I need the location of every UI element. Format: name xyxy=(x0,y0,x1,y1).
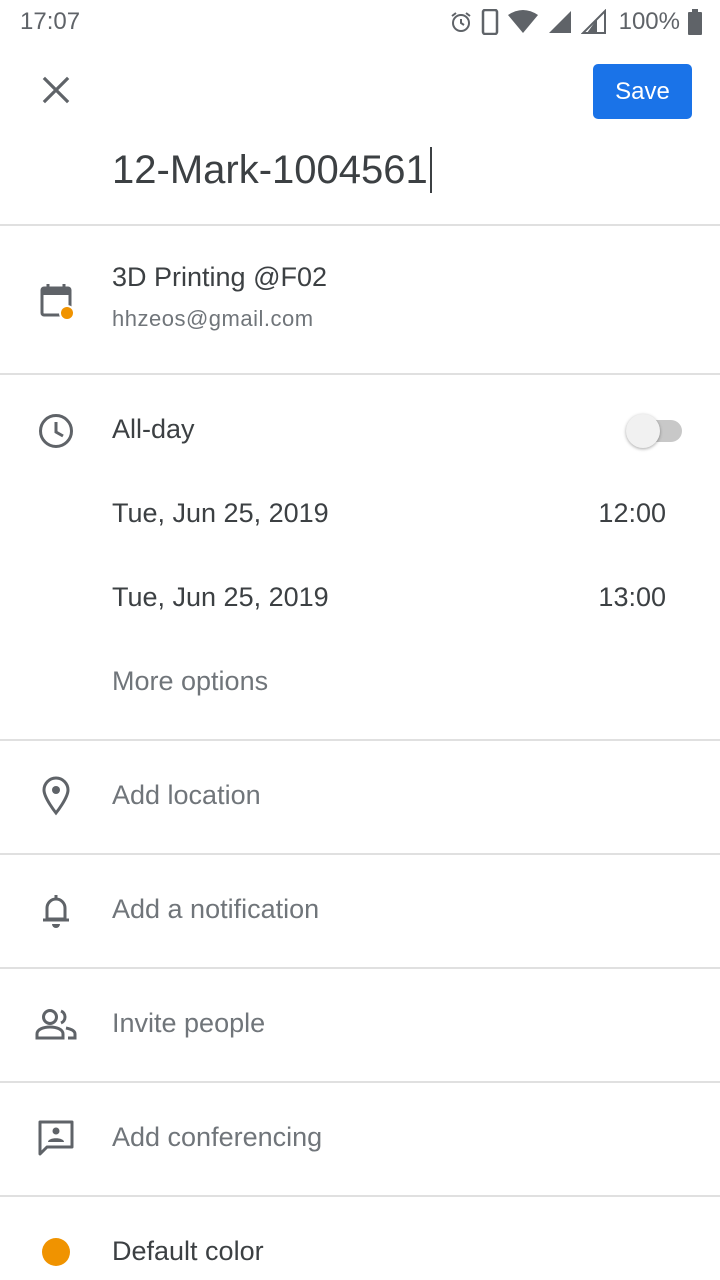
start-time[interactable]: 12:00 xyxy=(598,498,666,529)
close-icon xyxy=(42,76,70,109)
start-date[interactable]: Tue, Jun 25, 2019 xyxy=(112,498,329,529)
end-date[interactable]: Tue, Jun 25, 2019 xyxy=(112,582,329,613)
alarm-icon xyxy=(449,10,473,34)
clock-icon xyxy=(34,409,78,453)
add-conferencing-field[interactable]: Add conferencing xyxy=(112,1122,322,1153)
event-title-input[interactable]: 12-Mark-1004561 xyxy=(112,142,432,198)
all-day-toggle[interactable] xyxy=(624,414,684,448)
phone-icon xyxy=(481,9,499,35)
status-bar: 17:07 100% xyxy=(0,0,720,44)
add-location-field[interactable]: Add location xyxy=(112,780,261,811)
color-swatch xyxy=(42,1238,70,1266)
all-day-label: All-day xyxy=(112,414,195,444)
more-options-link[interactable]: More options xyxy=(112,666,268,697)
default-color-option[interactable]: Default color xyxy=(112,1236,264,1267)
divider xyxy=(0,1081,720,1083)
battery-percent: 100% xyxy=(618,8,680,35)
close-button[interactable] xyxy=(30,66,82,118)
calendar-icon xyxy=(34,278,78,322)
status-icons: 100% xyxy=(449,6,702,38)
color-dot-icon xyxy=(34,1230,78,1274)
battery-icon xyxy=(688,9,702,35)
divider xyxy=(0,739,720,741)
divider xyxy=(0,853,720,855)
event-title-text: 12-Mark-1004561 xyxy=(112,147,428,192)
toggle-knob xyxy=(626,414,660,448)
calendar-name[interactable]: 3D Printing @F02 xyxy=(112,262,327,293)
signal-roaming-icon xyxy=(580,9,607,35)
divider xyxy=(0,1195,720,1197)
save-button[interactable]: Save xyxy=(593,64,692,119)
end-time[interactable]: 13:00 xyxy=(598,582,666,613)
location-pin-icon xyxy=(34,774,78,818)
wifi-icon xyxy=(507,9,539,35)
text-caret xyxy=(429,147,432,193)
divider xyxy=(0,224,720,226)
status-time: 17:07 xyxy=(20,8,81,35)
people-icon xyxy=(34,1002,78,1046)
divider xyxy=(0,373,720,375)
bell-icon xyxy=(34,888,78,932)
calendar-email: hhzeos@gmail.com xyxy=(112,306,314,331)
conferencing-icon xyxy=(34,1116,78,1160)
add-notification-field[interactable]: Add a notification xyxy=(112,894,319,925)
divider xyxy=(0,967,720,969)
invite-people-field[interactable]: Invite people xyxy=(112,1008,265,1039)
signal-icon xyxy=(547,9,573,35)
